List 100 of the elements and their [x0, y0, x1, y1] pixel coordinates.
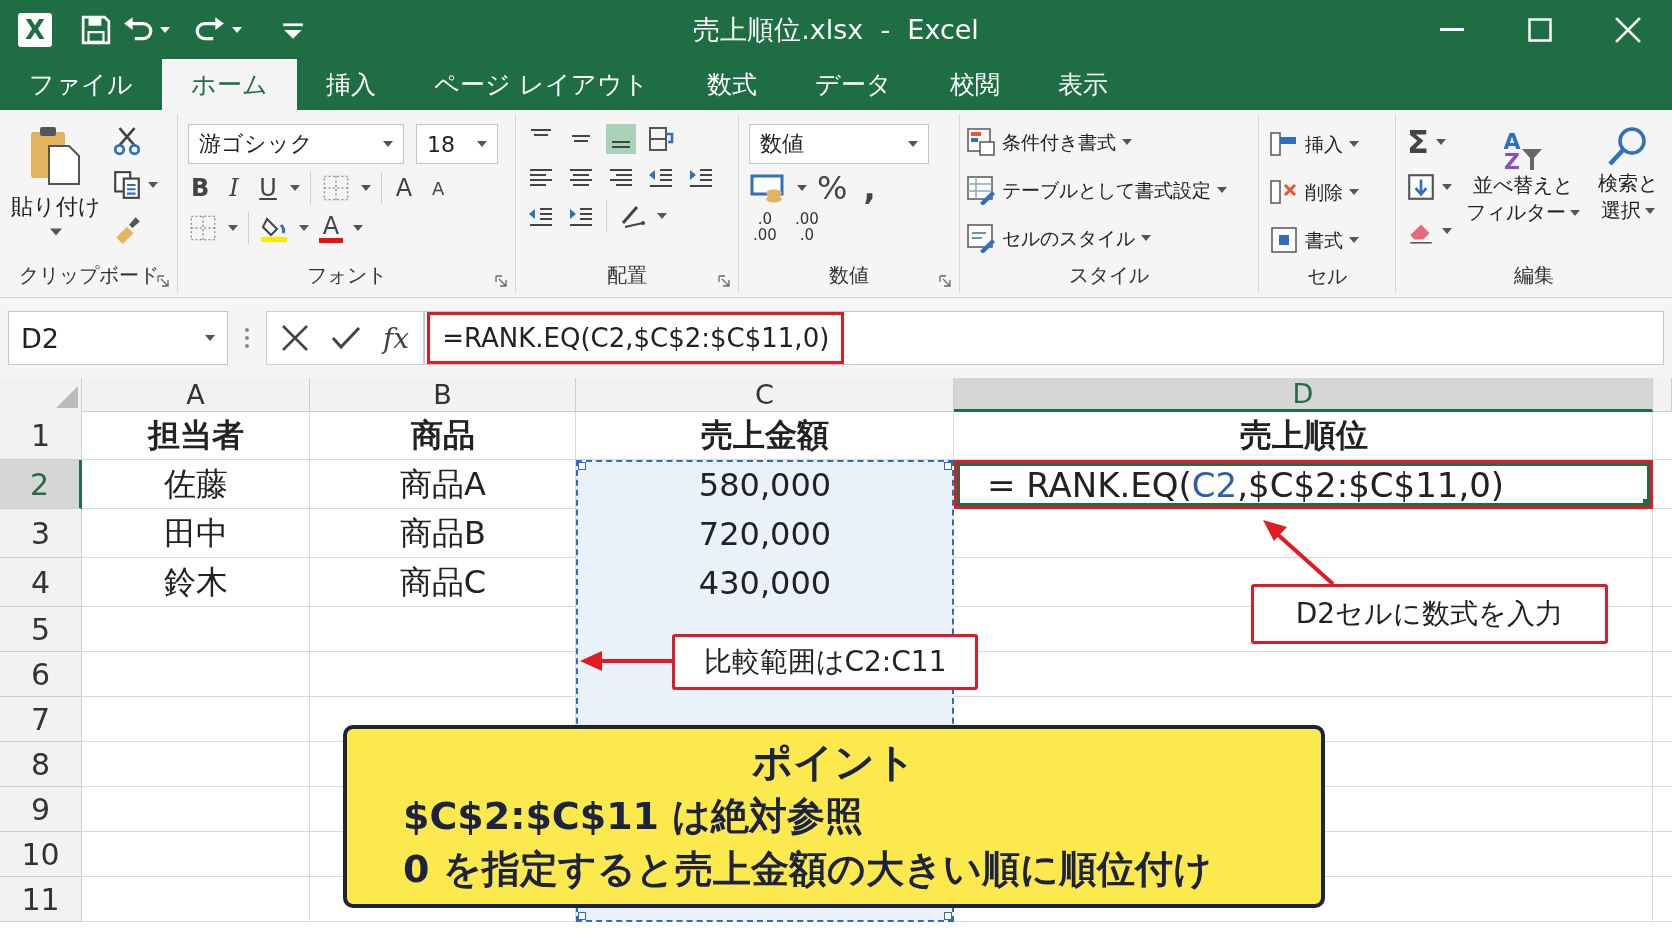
row-header[interactable]: 9 — [0, 787, 82, 832]
caret-icon[interactable] — [1570, 209, 1580, 216]
decrease-decimal-button[interactable]: .00 .0 — [790, 212, 823, 244]
ribbon-tab[interactable]: 挿入 — [297, 59, 405, 110]
insert-button[interactable]: 挿入 — [1268, 124, 1385, 164]
ribbon-tab[interactable]: ページ レイアウト — [405, 59, 678, 110]
font-color-button[interactable]: A — [319, 213, 344, 243]
minimize-icon[interactable] — [1439, 27, 1465, 32]
ribbon-tab[interactable]: データ — [785, 59, 921, 110]
row-header[interactable]: 8 — [0, 742, 82, 787]
caret-icon[interactable] — [797, 185, 808, 191]
maximize-icon[interactable] — [1528, 17, 1552, 42]
customize-icon[interactable] — [282, 20, 304, 39]
caret-icon[interactable] — [160, 26, 170, 33]
find-select-button[interactable]: 検索と 選択 — [1594, 124, 1662, 257]
table-brush-icon[interactable] — [966, 175, 997, 205]
caret-icon[interactable] — [1442, 228, 1452, 234]
caret-icon[interactable] — [477, 141, 488, 147]
caret-icon[interactable] — [290, 185, 301, 191]
caret-icon[interactable] — [1122, 139, 1133, 145]
row-header[interactable]: 1 — [0, 411, 82, 460]
sort-filter-button[interactable]: A Z 並べ替えと フィルター — [1462, 124, 1584, 257]
cancel-icon[interactable] — [281, 324, 309, 352]
percent-button[interactable]: % — [817, 172, 848, 204]
bold-button[interactable]: B — [188, 172, 213, 204]
delete-cells-icon[interactable] — [1268, 177, 1299, 207]
caret-icon[interactable] — [361, 185, 372, 191]
delete-button[interactable]: 削除 — [1268, 172, 1385, 212]
ribbon-tab[interactable]: ファイル — [0, 59, 162, 110]
font-size-dropdown[interactable]: 18 — [416, 124, 499, 164]
insert-cells-icon[interactable] — [1268, 129, 1299, 159]
increase-decimal-button[interactable]: .0 .00 — [749, 212, 781, 244]
column-header[interactable]: A — [82, 378, 310, 412]
dialog-launcher-icon[interactable] — [939, 275, 952, 287]
cell-styles-button[interactable]: セルのスタイル — [966, 218, 1252, 258]
caret-icon[interactable] — [1348, 237, 1359, 243]
ribbon-tab[interactable]: 表示 — [1028, 59, 1137, 110]
formula-cell[interactable]: = RANK.EQ(C2,$C$2:$C$11,0) — [954, 460, 1653, 509]
conditional-formatting-icon[interactable] — [966, 127, 997, 157]
copy-icon[interactable] — [112, 170, 142, 200]
row-header[interactable]: 3 — [0, 509, 82, 558]
save-icon[interactable] — [80, 14, 112, 45]
paste-button[interactable]: 貼り付け — [10, 124, 102, 257]
row-header[interactable]: 6 — [0, 652, 82, 697]
font-name-dropdown[interactable]: 游ゴシック — [188, 124, 405, 164]
insert-function-button[interactable]: fx — [383, 318, 410, 358]
caret-icon[interactable] — [1348, 141, 1359, 147]
caret-icon[interactable] — [1217, 187, 1228, 193]
caret-icon[interactable] — [383, 141, 394, 147]
name-box[interactable]: D2 — [8, 311, 228, 365]
caret-icon[interactable] — [353, 225, 364, 231]
row-header[interactable]: 5 — [0, 607, 82, 652]
checkmark-icon[interactable] — [331, 326, 361, 350]
ribbon-tab[interactable]: ホーム — [162, 59, 297, 110]
number-format-dropdown[interactable]: 数値 — [749, 124, 930, 164]
autosum-button[interactable]: Σ — [1406, 126, 1430, 158]
scissors-icon[interactable] — [112, 126, 142, 156]
conditional-formatting-button[interactable]: 条件付き書式 — [966, 122, 1252, 162]
caret-icon[interactable] — [657, 213, 668, 219]
format-cells-icon[interactable] — [1268, 225, 1299, 255]
caret-icon[interactable] — [1645, 207, 1655, 214]
fill-down-icon[interactable] — [1406, 172, 1436, 202]
dialog-launcher-icon[interactable] — [157, 275, 170, 287]
caret-icon[interactable] — [205, 335, 215, 341]
caret-icon[interactable] — [299, 225, 310, 231]
caret-icon[interactable] — [232, 26, 242, 33]
row-header[interactable]: 4 — [0, 558, 82, 607]
cell-brush-icon[interactable] — [966, 223, 997, 253]
close-icon[interactable] — [1615, 16, 1641, 43]
clipboard-icon[interactable] — [29, 124, 83, 186]
column-header[interactable]: C — [576, 378, 954, 412]
ribbon-tab[interactable]: 数式 — [677, 59, 786, 110]
underline-button[interactable]: U — [256, 172, 281, 204]
caret-icon[interactable] — [228, 225, 239, 231]
column-header[interactable]: B — [310, 378, 576, 412]
format-button[interactable]: 書式 — [1268, 220, 1385, 260]
comma-button[interactable]: , — [857, 172, 882, 204]
funnel-icon[interactable] — [1520, 146, 1543, 172]
caret-icon[interactable] — [50, 228, 62, 236]
table-cell-text: 720,000 — [697, 513, 833, 555]
formula-field[interactable]: =RANK.EQ(C2,$C$2:$C$11,0) — [424, 311, 1664, 365]
row-header[interactable]: 7 — [0, 697, 82, 742]
dialog-launcher-icon[interactable] — [495, 275, 508, 287]
dialog-launcher-icon[interactable] — [718, 275, 731, 287]
row-header[interactable]: 10 — [0, 832, 82, 877]
caret-icon[interactable] — [148, 182, 158, 188]
caret-icon[interactable] — [1436, 139, 1446, 145]
caret-icon[interactable] — [1141, 235, 1152, 241]
caret-icon[interactable] — [908, 141, 919, 147]
column-header[interactable]: D — [954, 378, 1653, 412]
ribbon-tab[interactable]: 校閲 — [920, 59, 1029, 110]
format-as-table-button[interactable]: テーブルとして書式設定 — [966, 170, 1252, 210]
italic-button[interactable]: I — [222, 172, 247, 204]
caret-icon[interactable] — [1442, 184, 1452, 190]
increase-font-size-button[interactable]: A — [392, 172, 417, 204]
decrease-font-size-button[interactable]: A — [426, 172, 451, 204]
row-header[interactable]: 11 — [0, 877, 82, 922]
row-header[interactable]: 2 — [0, 460, 82, 509]
vertical-align-icon[interactable] — [606, 124, 637, 154]
caret-icon[interactable] — [1348, 189, 1359, 195]
